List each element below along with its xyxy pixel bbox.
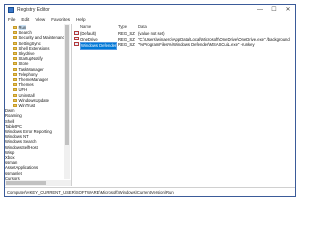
folder-icon [13,72,17,76]
tree-item[interactable]: WinTrust [13,103,35,108]
status-bar-path: Computer\HKEY_CURRENT_USER\SOFTWARE\Micr… [5,187,295,196]
menu-bar: File Edit View Favorites Help [5,15,295,23]
registry-editor-window: Registry Editor — ☐ ✕ File Edit View Fav… [4,4,296,197]
folder-icon [13,88,17,92]
string-value-icon [74,36,79,41]
folder-icon [13,83,17,87]
string-value-icon [74,31,79,35]
folder-icon [13,36,17,40]
value-name: Windows Defender [80,42,118,50]
tree-horizontal-scroll-thumb[interactable] [6,181,46,185]
menu-view[interactable]: View [35,17,45,22]
tree-vertical-scroll-thumb[interactable] [65,25,69,145]
registry-key-tree[interactable]: Run Search Security and Maintenance Setting… [5,24,72,186]
close-button[interactable]: ✕ [281,5,295,15]
minimize-button[interactable]: — [253,5,267,15]
window-title: Registry Editor [17,7,50,13]
folder-icon [13,26,17,30]
maximize-button[interactable]: ☐ [267,5,281,15]
folder-icon [13,67,17,71]
folder-icon [13,78,17,82]
string-value-icon [74,42,79,46]
value-row[interactable]: Windows Defender REG_SZ "%ProgramFiles%\Wi… [72,42,295,50]
value-data: "%ProgramFiles%\Windows Defender\MSASCui… [138,42,255,48]
folder-icon [13,93,17,97]
menu-edit[interactable]: Edit [21,17,29,22]
registry-editor-icon [8,7,14,13]
title-bar[interactable]: Registry Editor — ☐ ✕ [5,5,295,15]
folder-icon [13,57,17,61]
registry-values-list[interactable]: Name Type Data (Default) REG_SZ (value not… [72,24,295,186]
menu-favorites[interactable]: Favorites [51,17,70,22]
value-type: REG_SZ [118,42,135,48]
column-header-data[interactable]: Data [138,24,147,30]
menu-file[interactable]: File [8,17,15,22]
folder-icon [13,31,17,35]
menu-help[interactable]: Help [76,17,85,22]
folder-icon [13,52,17,56]
tree-item-label: WinTrust [18,103,36,109]
folder-icon [13,104,17,108]
column-header-type[interactable]: Type [118,24,127,30]
folder-icon [13,98,17,102]
column-header-name[interactable]: Name [80,24,91,30]
folder-icon [13,41,17,45]
folder-icon [13,62,17,66]
folder-icon [13,46,17,50]
